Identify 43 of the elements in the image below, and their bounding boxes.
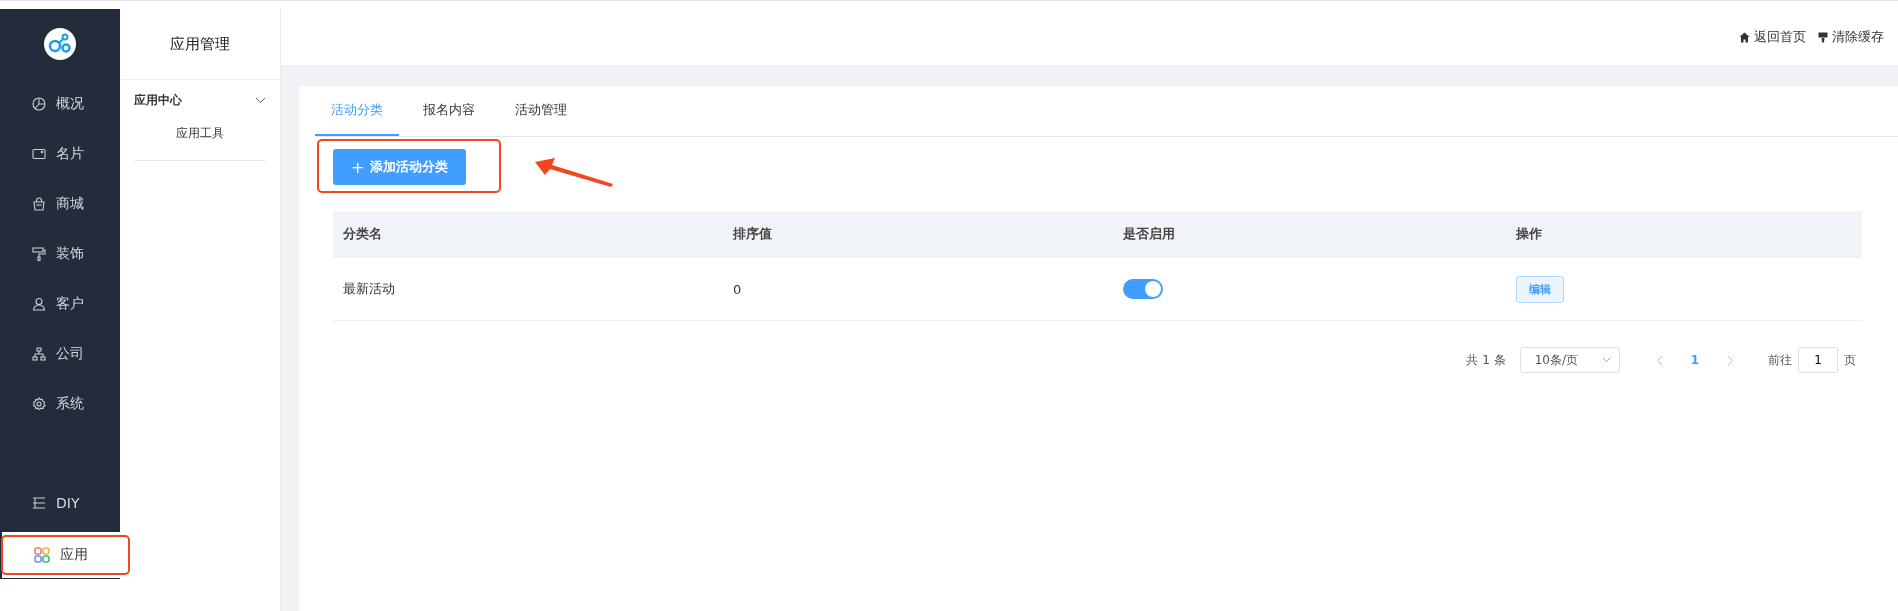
column-header: 操作	[1515, 225, 1543, 243]
settings-icon	[32, 397, 46, 411]
goto-label: 前往	[1768, 351, 1792, 369]
home-link[interactable]: 返回首页	[1739, 28, 1806, 46]
toggle-switch[interactable]	[1123, 279, 1163, 299]
brush-icon	[1818, 31, 1828, 43]
prev-page-icon[interactable]	[1655, 354, 1663, 366]
pie-chart-icon	[32, 97, 46, 111]
apps-grid-icon	[34, 547, 50, 563]
page-suffix: 页	[1844, 351, 1856, 369]
user-icon	[32, 297, 46, 311]
wallet-icon	[32, 147, 46, 161]
panel-title: 应用管理	[120, 9, 280, 80]
column-header: 分类名	[342, 225, 383, 243]
ruler-icon	[32, 496, 46, 510]
menu-group[interactable]: 应用中心	[134, 84, 266, 117]
chevron-icon	[1601, 357, 1611, 363]
column-header: 排序值	[732, 225, 773, 243]
table-cell: 0	[733, 281, 742, 297]
sidebar-item[interactable]: 客户	[0, 279, 120, 329]
paint-roller-icon	[32, 247, 46, 261]
column-header: 是否启用	[1122, 225, 1176, 243]
table-cell: 最新活动	[343, 280, 395, 298]
sidebar-item[interactable]: 系统	[0, 379, 120, 429]
org-chart-icon	[32, 347, 46, 361]
page-input[interactable]: 1	[1798, 347, 1838, 373]
sidebar-item[interactable]: 商城	[0, 179, 120, 229]
sidebar-item[interactable]: 公司	[0, 329, 120, 379]
sidebar-item[interactable]: 应用	[2, 532, 120, 578]
total-count: 共 1 条	[1466, 351, 1506, 369]
submenu-item[interactable]: 应用工具	[134, 117, 266, 160]
sidebar-item[interactable]: 装饰	[0, 229, 120, 279]
bag-icon	[32, 197, 46, 211]
page-size-select[interactable]: 10条/页	[1519, 347, 1620, 373]
clear-cache-link[interactable]: 清除缓存	[1818, 28, 1884, 46]
tab[interactable]: 活动管理	[499, 86, 583, 136]
logo-icon	[44, 28, 76, 60]
sidebar-item[interactable]: 名片	[0, 129, 120, 179]
next-page-icon[interactable]	[1727, 354, 1734, 366]
sidebar-item[interactable]: DIY	[0, 478, 120, 528]
sidebar-item[interactable]: 概况	[0, 79, 120, 129]
tab[interactable]: 报名内容	[407, 86, 491, 136]
home-icon	[1739, 31, 1750, 43]
